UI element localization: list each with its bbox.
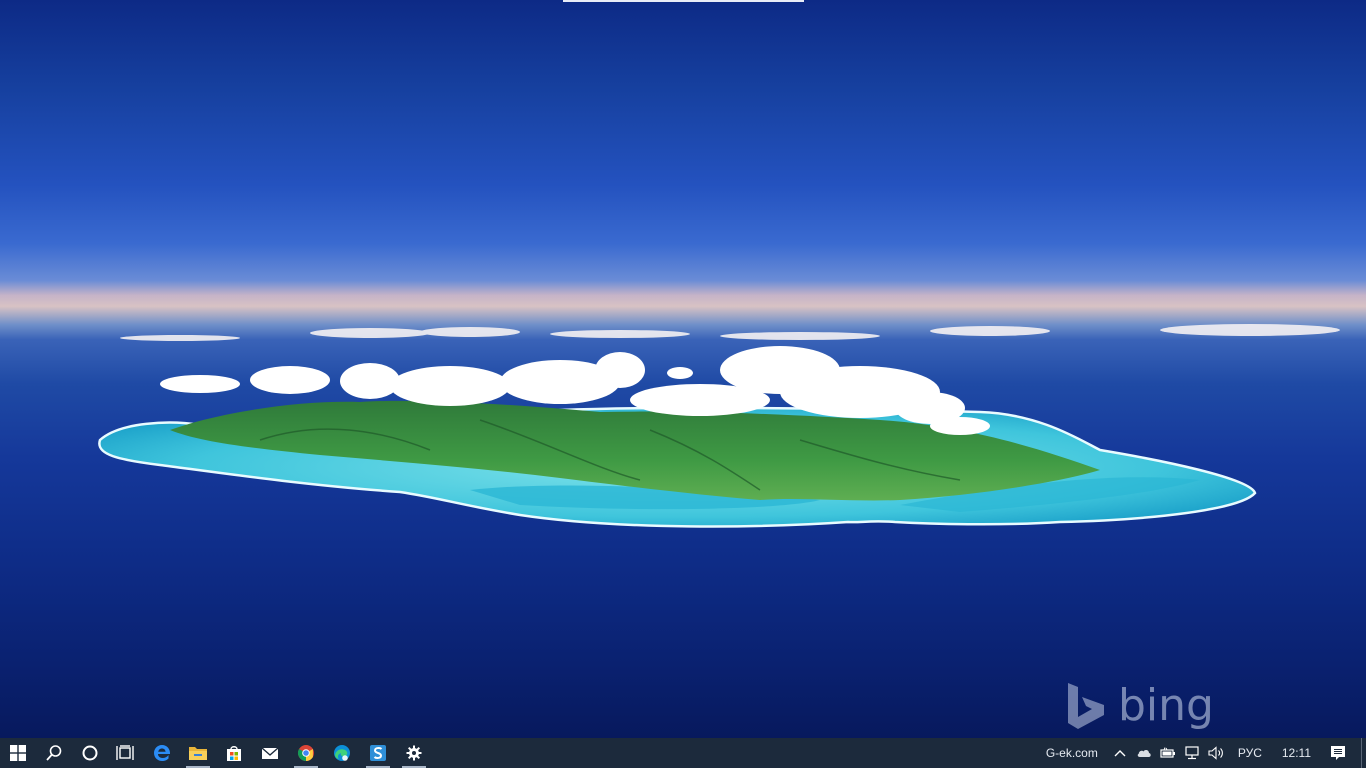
- task-view-button[interactable]: [108, 738, 144, 768]
- desktop-wallpaper: bing: [0, 0, 1366, 738]
- clock-button[interactable]: 12:11: [1270, 738, 1323, 768]
- mail-app[interactable]: [252, 738, 288, 768]
- start-button[interactable]: [0, 738, 36, 768]
- store-app[interactable]: [216, 738, 252, 768]
- action-center-button[interactable]: [1323, 738, 1353, 768]
- gear-icon: [406, 745, 422, 761]
- taskbar: G-ek.com РУС 12:11: [0, 738, 1366, 768]
- onedrive-button[interactable]: [1132, 738, 1156, 768]
- onedrive-cloud-icon: [1137, 749, 1151, 757]
- system-tray: G-ek.com РУС 12:11: [1036, 738, 1366, 768]
- bing-logo-text: bing: [1118, 680, 1214, 731]
- language-label: РУС: [1237, 746, 1262, 760]
- clock-time: 12:11: [1281, 746, 1311, 760]
- edge-app[interactable]: [324, 738, 360, 768]
- horizon-clouds: [120, 324, 1340, 341]
- site-toolbar[interactable]: G-ek.com: [1036, 738, 1108, 768]
- file-explorer-app[interactable]: [180, 738, 216, 768]
- battery-button[interactable]: [1156, 738, 1180, 768]
- search-button[interactable]: [36, 738, 72, 768]
- task-view-icon: [116, 745, 134, 760]
- chrome-icon: [298, 745, 314, 761]
- edge-legacy-app[interactable]: [144, 738, 180, 768]
- cortana-circle-icon: [82, 745, 98, 761]
- mail-icon: [261, 747, 279, 759]
- windows-logo-icon: [10, 745, 26, 761]
- s-app-icon: [370, 745, 386, 761]
- show-desktop-button[interactable]: [1361, 738, 1366, 768]
- chevron-up-icon: [1114, 750, 1126, 757]
- cortana-button[interactable]: [72, 738, 108, 768]
- site-label: G-ek.com: [1045, 746, 1098, 760]
- island-landscape: [98, 324, 1340, 528]
- edge-legacy-icon: [154, 745, 171, 761]
- search-icon: [46, 745, 62, 761]
- volume-button[interactable]: [1204, 738, 1230, 768]
- action-center-icon: [1331, 746, 1345, 760]
- sway-app[interactable]: [360, 738, 396, 768]
- bing-watermark: bing: [1064, 678, 1214, 734]
- chrome-app[interactable]: [288, 738, 324, 768]
- volume-icon: [1208, 746, 1223, 760]
- network-button[interactable]: [1180, 738, 1204, 768]
- input-language-button[interactable]: РУС: [1230, 738, 1270, 768]
- network-icon: [1185, 746, 1199, 760]
- battery-icon: [1160, 747, 1175, 758]
- bing-logo-icon: [1068, 683, 1104, 729]
- store-bag-icon: [227, 746, 241, 761]
- folder-icon: [189, 747, 207, 760]
- show-hidden-icons-button[interactable]: [1108, 738, 1132, 768]
- settings-app[interactable]: [396, 738, 432, 768]
- edge-icon: [334, 745, 350, 761]
